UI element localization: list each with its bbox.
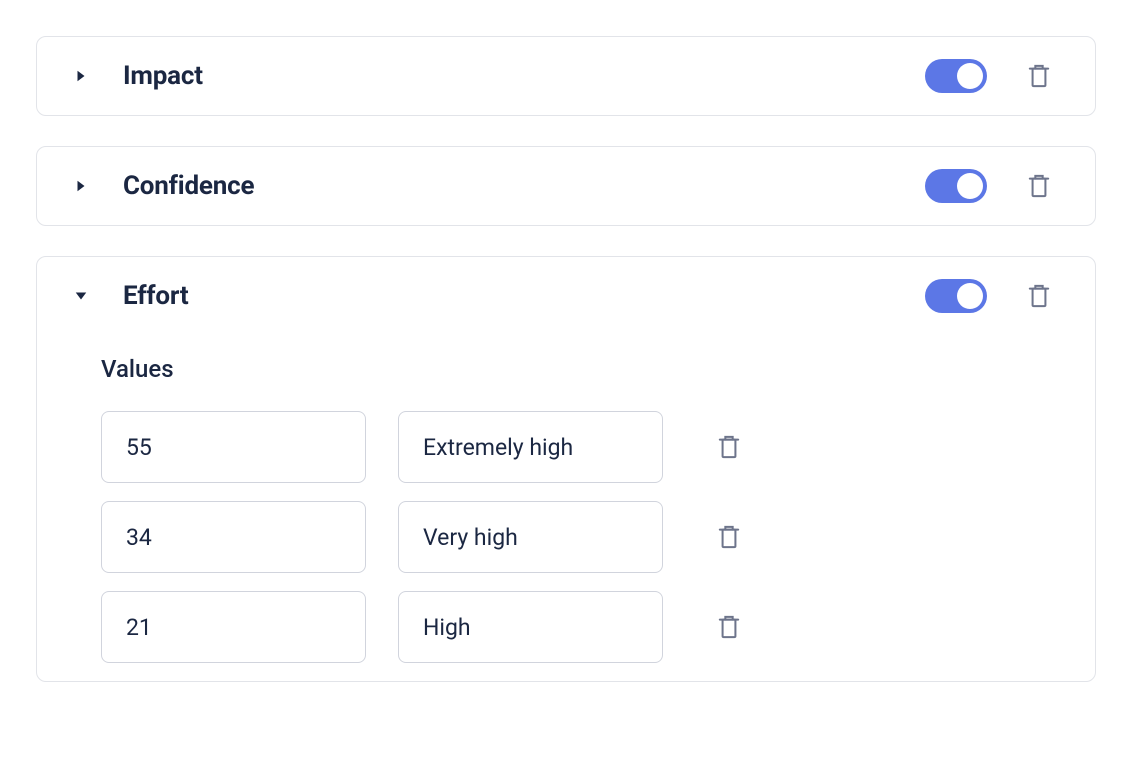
trash-icon[interactable] [715,613,743,641]
panel-controls [925,59,1053,93]
trash-icon[interactable] [1025,62,1053,90]
chevron-down-icon[interactable] [71,286,91,306]
panel-impact: Impact [36,36,1096,116]
chevron-right-icon[interactable] [71,66,91,86]
value-row [101,501,1061,573]
panel-header-impact: Impact [37,37,1095,115]
value-label-input[interactable] [398,411,663,483]
value-label-input[interactable] [398,591,663,663]
panel-confidence: Confidence [36,146,1096,226]
values-label: Values [101,355,1061,383]
value-number-input[interactable] [101,411,366,483]
panel-title: Confidence [123,171,893,201]
panel-body-effort: Values [37,335,1095,663]
panel-title: Effort [123,281,893,311]
toggle-impact[interactable] [925,59,987,93]
value-row [101,411,1061,483]
value-number-input[interactable] [101,501,366,573]
panel-header-confidence: Confidence [37,147,1095,225]
trash-icon[interactable] [1025,282,1053,310]
toggle-confidence[interactable] [925,169,987,203]
value-row [101,591,1061,663]
trash-icon[interactable] [715,523,743,551]
panel-controls [925,169,1053,203]
panel-controls [925,279,1053,313]
toggle-effort[interactable] [925,279,987,313]
trash-icon[interactable] [715,433,743,461]
panel-effort: Effort Values [36,256,1096,682]
panel-title: Impact [123,61,893,91]
value-label-input[interactable] [398,501,663,573]
value-number-input[interactable] [101,591,366,663]
trash-icon[interactable] [1025,172,1053,200]
panel-header-effort: Effort [37,257,1095,335]
chevron-right-icon[interactable] [71,176,91,196]
